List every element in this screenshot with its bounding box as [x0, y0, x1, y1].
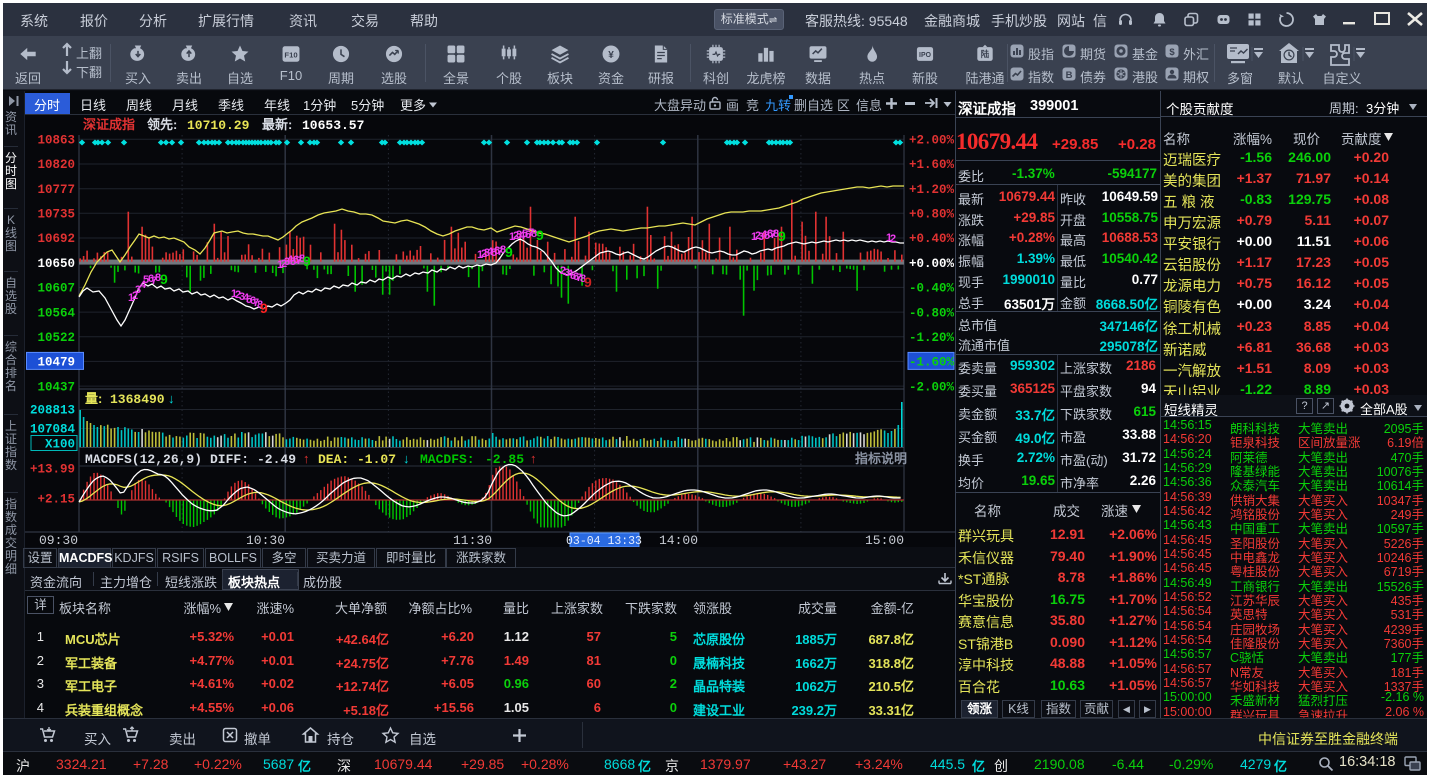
svg-text:X100: X100 [45, 438, 75, 452]
svg-text:最新:: 最新: [262, 117, 292, 132]
svg-text:+0.00%: +0.00% [909, 257, 955, 271]
svg-text:↓: ↓ [403, 451, 410, 466]
svg-text:9: 9 [260, 300, 268, 316]
svg-text:10777: 10777 [37, 183, 75, 197]
svg-text:10692: 10692 [37, 232, 75, 246]
svg-text:陆: 陆 [981, 49, 990, 59]
svg-text:10650: 10650 [37, 257, 75, 271]
svg-text:+13.99: +13.99 [30, 463, 75, 477]
svg-text:2: 2 [890, 233, 896, 245]
svg-text:10653.57: 10653.57 [302, 118, 364, 133]
svg-text:9: 9 [536, 227, 544, 243]
svg-text:-1.60%: -1.60% [909, 356, 955, 370]
svg-text:9: 9 [505, 244, 513, 260]
svg-text:MACDFS(12,26,9): MACDFS(12,26,9) [85, 452, 202, 467]
svg-text:10710.29: 10710.29 [187, 118, 250, 133]
svg-text:DIFF:: DIFF: [210, 452, 249, 467]
svg-text:-2.85: -2.85 [485, 452, 524, 467]
svg-text:10437: 10437 [37, 380, 75, 394]
svg-text:09:30: 09:30 [39, 533, 78, 547]
svg-text:-2.00%: -2.00% [909, 380, 955, 394]
svg-text:-1.07: -1.07 [357, 452, 396, 467]
svg-text:+0.80%: +0.80% [909, 208, 955, 222]
svg-text:-0.40%: -0.40% [909, 282, 955, 296]
svg-text:10479: 10479 [37, 356, 75, 370]
svg-text:107084: 107084 [30, 423, 76, 437]
svg-text:领先:: 领先: [147, 117, 177, 132]
svg-text:↓: ↓ [168, 391, 175, 406]
svg-text:14:00: 14:00 [659, 533, 698, 547]
svg-text:9: 9 [160, 271, 168, 287]
svg-text:量:: 量: [85, 391, 102, 406]
svg-text:9: 9 [584, 274, 592, 290]
svg-text:1368490: 1368490 [110, 392, 165, 407]
svg-text:10820: 10820 [37, 158, 75, 172]
svg-text:10:30: 10:30 [246, 533, 285, 547]
svg-text:+1.60%: +1.60% [909, 158, 955, 172]
svg-text:$: $ [1169, 47, 1175, 58]
svg-text:F10: F10 [284, 50, 297, 59]
svg-text:+1.20%: +1.20% [909, 183, 955, 197]
svg-text:9: 9 [778, 228, 786, 244]
svg-text:IPO: IPO [919, 52, 932, 59]
svg-text:DEA:: DEA: [318, 452, 349, 467]
svg-text:深证成指: 深证成指 [83, 117, 135, 132]
svg-text:10522: 10522 [37, 331, 75, 345]
svg-text:B: B [1066, 70, 1073, 81]
svg-text:10735: 10735 [37, 208, 75, 222]
svg-text:↑: ↑ [530, 451, 537, 466]
svg-text:10564: 10564 [37, 306, 75, 320]
svg-text:03-04 13:33: 03-04 13:33 [566, 535, 642, 547]
svg-text:MACDFS:: MACDFS: [420, 452, 475, 467]
svg-text:+0.40%: +0.40% [909, 232, 955, 246]
svg-text:-2.49: -2.49 [257, 452, 296, 467]
svg-text:10607: 10607 [37, 282, 75, 296]
svg-text:指标说明: 指标说明 [855, 451, 907, 466]
svg-text:¥: ¥ [608, 50, 614, 61]
svg-text:+2.00%: +2.00% [909, 134, 955, 148]
svg-text:+2.15: +2.15 [37, 493, 75, 507]
svg-text:15:00: 15:00 [865, 533, 904, 547]
svg-text:9: 9 [303, 253, 311, 269]
svg-text:11:30: 11:30 [453, 533, 492, 547]
svg-text:208813: 208813 [30, 404, 75, 418]
svg-text:-0.80%: -0.80% [909, 306, 955, 320]
svg-text:10863: 10863 [37, 134, 75, 148]
svg-text:↑: ↑ [303, 451, 310, 466]
svg-text:-1.20%: -1.20% [909, 331, 955, 345]
